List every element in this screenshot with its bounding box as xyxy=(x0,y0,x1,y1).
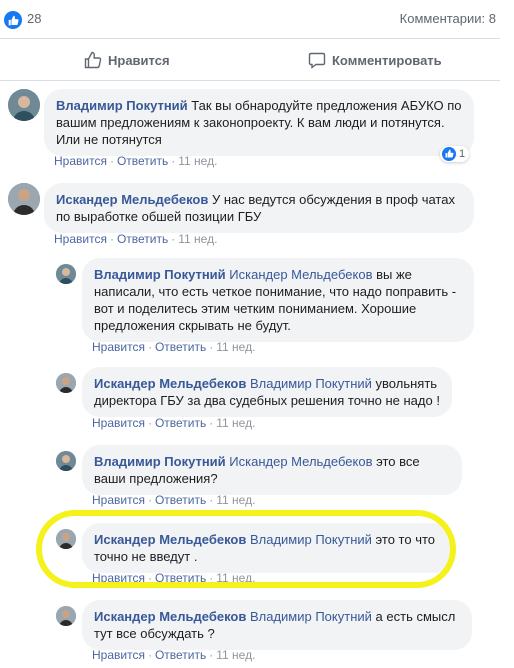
comment-button[interactable]: Комментировать xyxy=(308,49,442,71)
reply-reply-link[interactable]: Ответить xyxy=(155,340,206,354)
comment-time[interactable]: 11 нед. xyxy=(178,232,217,246)
comment-author[interactable]: Искандер Мельдебеков xyxy=(56,192,208,207)
comment-meta: Нравится · Ответить · 11 нед. xyxy=(54,154,218,168)
comment-bubble: Владимир Покутний Так вы обнародуйте пре… xyxy=(44,89,474,156)
reply-time[interactable]: 11 нед. xyxy=(216,340,255,354)
reply-reply-link[interactable]: Ответить xyxy=(155,648,206,662)
reply-bubble: Искандер Мельдебеков Владимир Покутний а… xyxy=(82,600,472,650)
divider xyxy=(0,80,500,81)
reply-meta: Нравится · Ответить · 11 нед. xyxy=(92,416,256,430)
avatar[interactable] xyxy=(8,183,40,215)
reaction-count: 1 xyxy=(459,148,466,160)
reply-like-link[interactable]: Нравится xyxy=(92,493,145,507)
reply-mention[interactable]: Искандер Мельдебеков xyxy=(229,454,372,469)
divider xyxy=(0,38,500,39)
comment-button-label: Комментировать xyxy=(332,52,442,68)
like-button[interactable]: Нравится xyxy=(84,49,170,71)
comment-bubble: Искандер Мельдебеков У нас ведутся обсуж… xyxy=(44,183,474,233)
avatar[interactable] xyxy=(56,451,76,471)
highlight-circle-annotation xyxy=(36,510,456,588)
reply-like-link[interactable]: Нравится xyxy=(92,416,145,430)
reply-time[interactable]: 11 нед. xyxy=(216,493,255,507)
comment-like-link[interactable]: Нравится xyxy=(54,154,107,168)
reply-reply-link[interactable]: Ответить xyxy=(155,416,206,430)
reply-meta: Нравится · Ответить · 11 нед. xyxy=(92,648,256,662)
comment-author[interactable]: Владимир Покутний xyxy=(56,98,188,113)
like-reaction-icon xyxy=(442,147,456,161)
comment-reply-link[interactable]: Ответить xyxy=(117,232,168,246)
comment-icon xyxy=(308,52,326,69)
avatar[interactable] xyxy=(8,89,40,121)
reply-author[interactable]: Владимир Покутний xyxy=(94,267,226,282)
comment-meta: Нравится · Ответить · 11 нед. xyxy=(54,232,218,246)
comment-reaction-badge[interactable]: 1 xyxy=(440,146,470,162)
reply-bubble: Искандер Мельдебеков Владимир Покутний у… xyxy=(82,367,452,417)
comment-like-link[interactable]: Нравится xyxy=(54,232,107,246)
reply-like-link[interactable]: Нравится xyxy=(92,648,145,662)
post-stats-bar: 28 Комментарии: 8 xyxy=(0,0,514,38)
reply-time[interactable]: 11 нед. xyxy=(216,648,255,662)
reply-time[interactable]: 11 нед. xyxy=(216,416,255,430)
reply-mention[interactable]: Владимир Покутний xyxy=(250,609,372,624)
reply-meta: Нравится · Ответить · 11 нед. xyxy=(92,493,256,507)
like-reaction-icon[interactable] xyxy=(4,11,22,29)
reply-meta: Нравится · Ответить · 11 нед. xyxy=(92,340,256,354)
like-button-label: Нравится xyxy=(108,52,170,68)
thumbs-up-icon xyxy=(84,51,102,69)
reply-bubble: Владимир Покутний Искандер Мельдебеков в… xyxy=(82,258,474,342)
reply-bubble: Владимир Покутний Искандер Мельдебеков э… xyxy=(82,445,462,495)
avatar[interactable] xyxy=(56,373,76,393)
comment-reply-link[interactable]: Ответить xyxy=(117,154,168,168)
avatar[interactable] xyxy=(56,264,76,284)
comments-count[interactable]: Комментарии: 8 xyxy=(400,11,496,26)
reply-author[interactable]: Искандер Мельдебеков xyxy=(94,609,246,624)
reply-author[interactable]: Искандер Мельдебеков xyxy=(94,376,246,391)
comment-time[interactable]: 11 нед. xyxy=(178,154,217,168)
likes-count[interactable]: 28 xyxy=(27,11,41,26)
reply-mention[interactable]: Владимир Покутний xyxy=(250,376,372,391)
reply-mention[interactable]: Искандер Мельдебеков xyxy=(229,267,372,282)
reply-reply-link[interactable]: Ответить xyxy=(155,493,206,507)
reply-like-link[interactable]: Нравится xyxy=(92,340,145,354)
avatar[interactable] xyxy=(56,606,76,626)
reply-author[interactable]: Владимир Покутний xyxy=(94,454,226,469)
